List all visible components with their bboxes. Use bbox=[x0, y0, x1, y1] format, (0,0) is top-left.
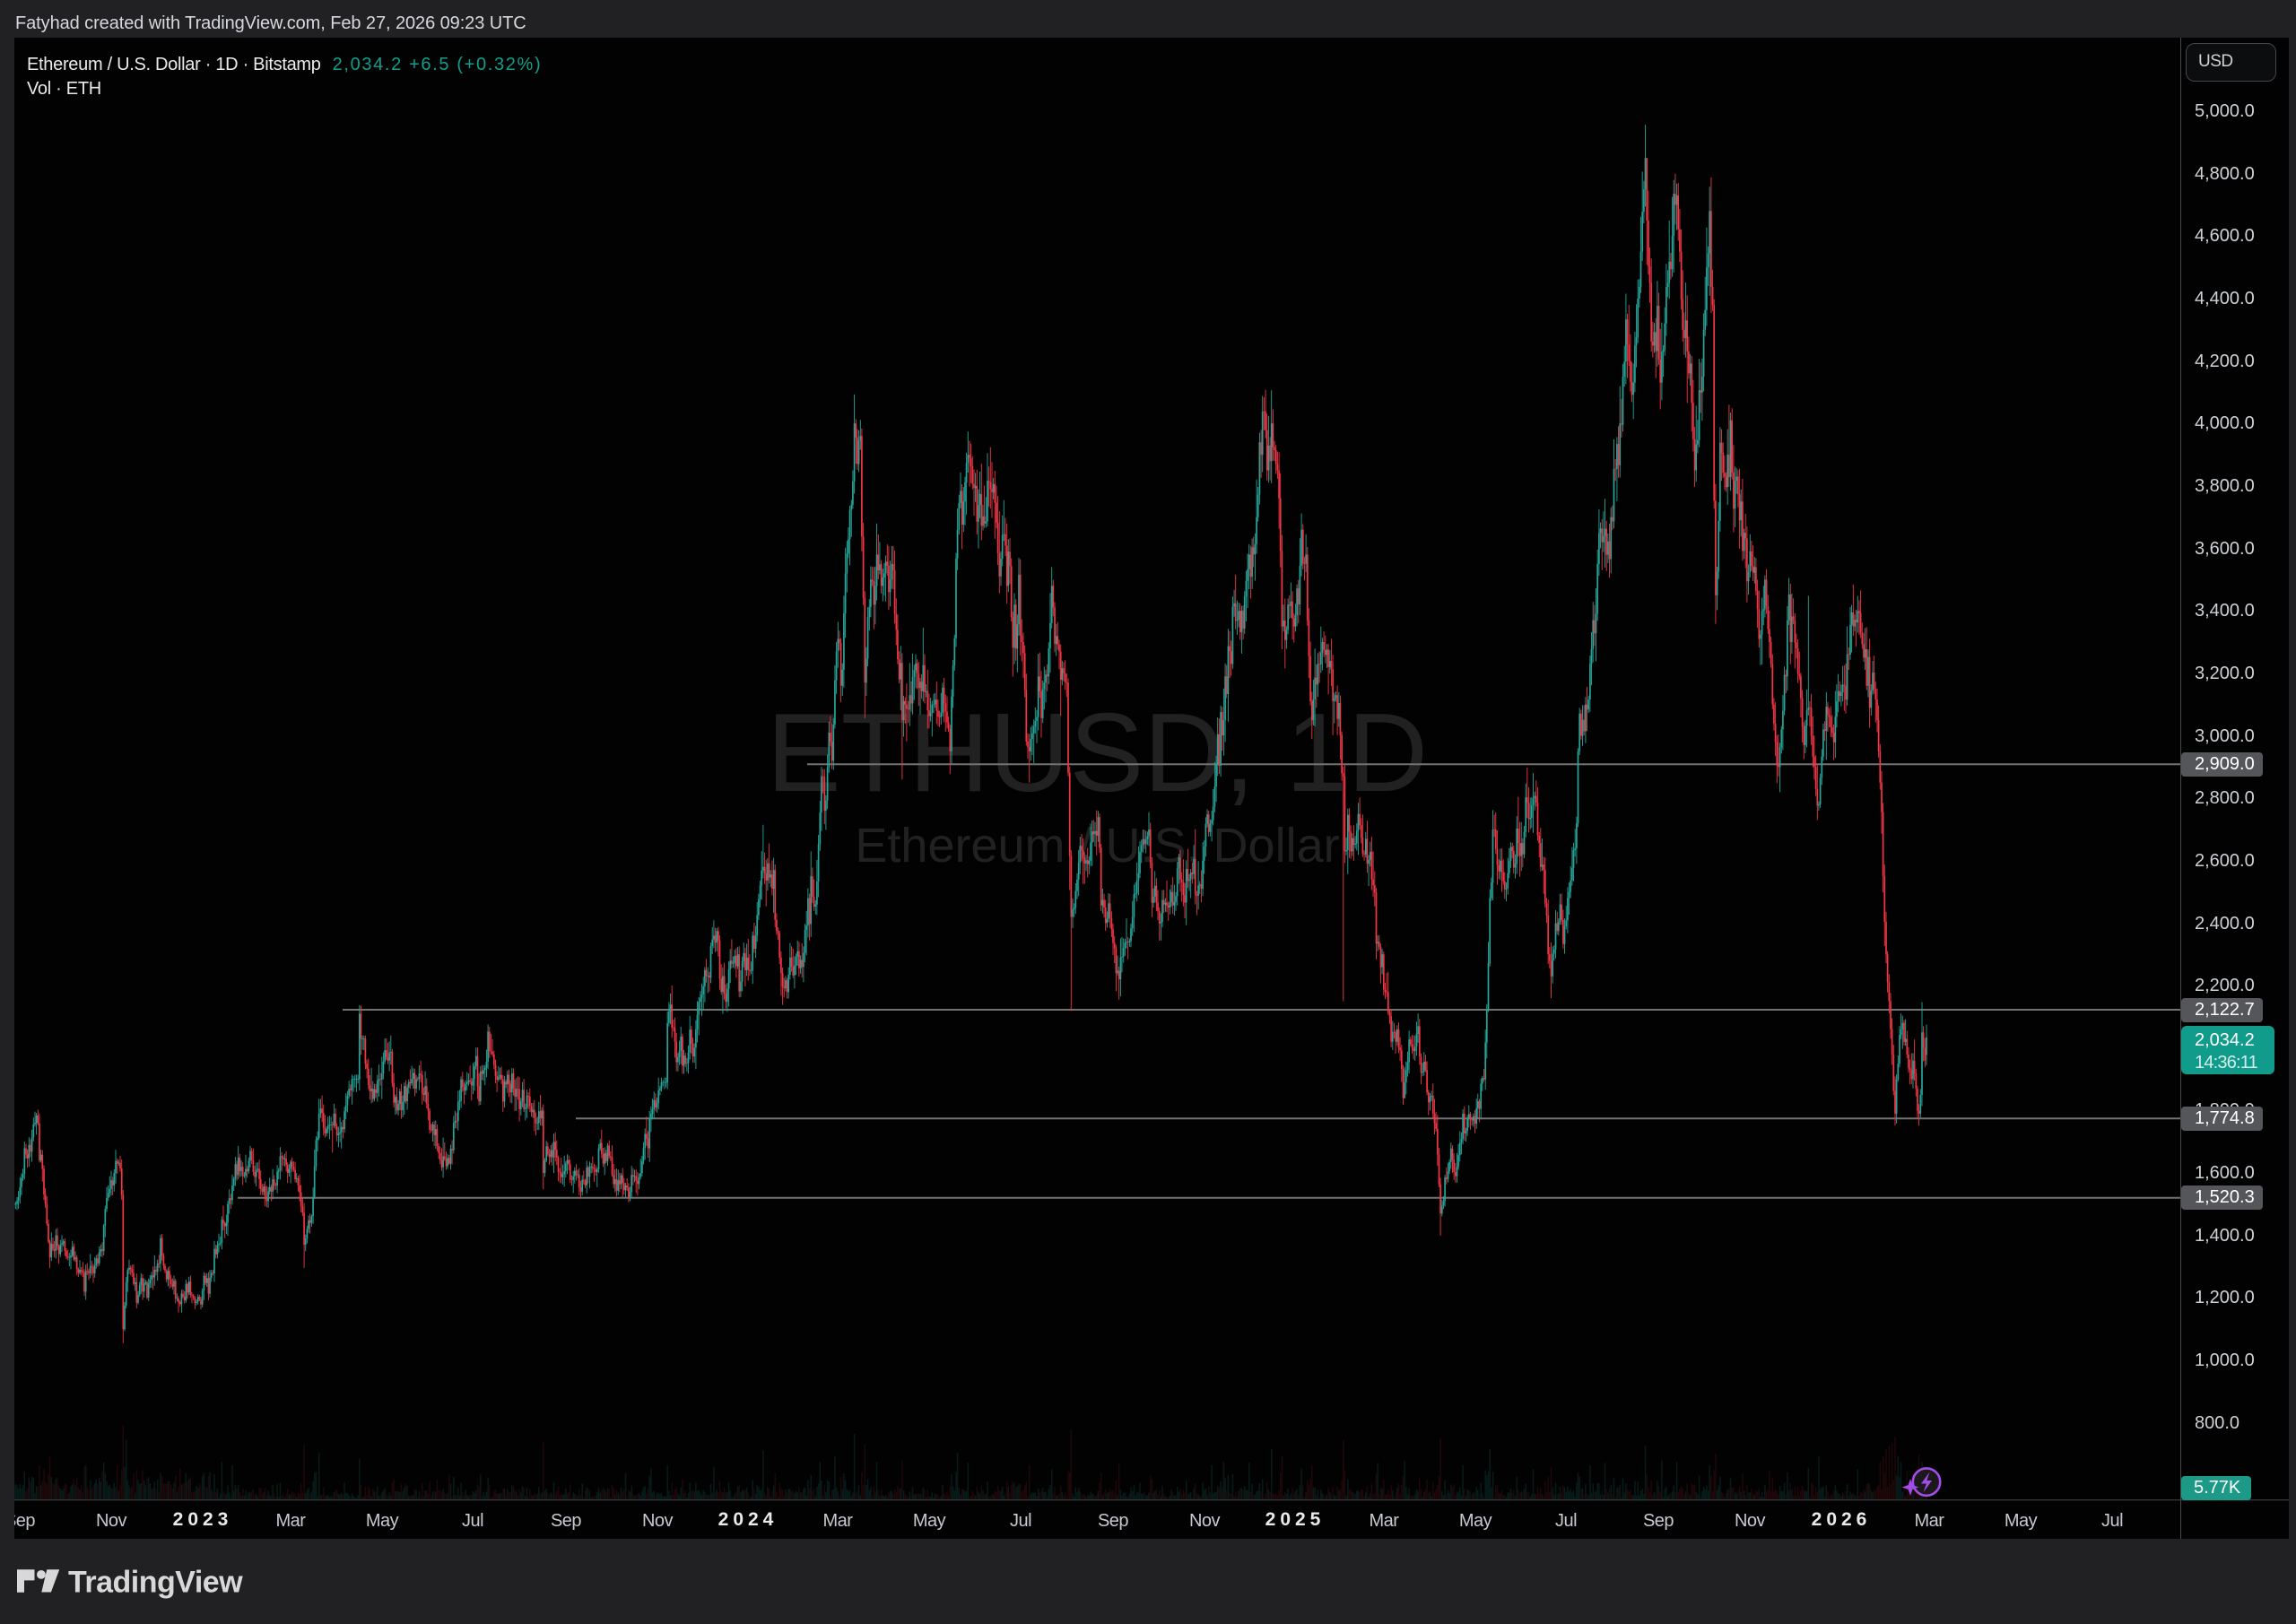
svg-text:TradingView: TradingView bbox=[68, 1569, 243, 1600]
